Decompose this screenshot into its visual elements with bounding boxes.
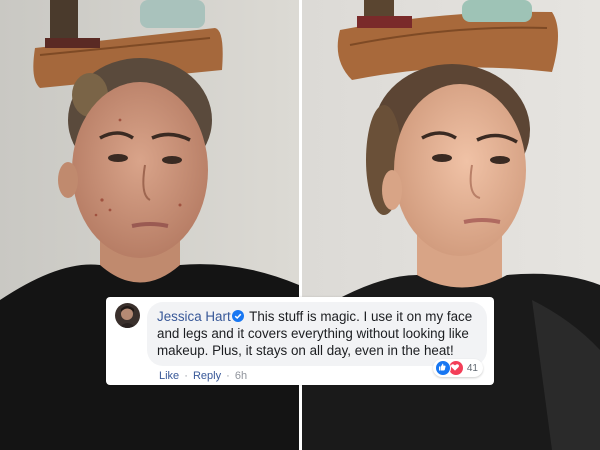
separator: · [226,370,230,382]
reply-link[interactable]: Reply [193,370,221,382]
separator: · [184,370,188,382]
reaction-count: 41 [466,362,478,374]
comment-actions: Like · Reply · 6h [159,370,247,382]
comment-bubble: Jessica Hart This stuff is magic. I use … [147,302,487,377]
avatar[interactable] [115,303,140,328]
reaction-summary[interactable]: 41 [432,359,483,377]
comment-author-name[interactable]: Jessica Hart [157,309,231,324]
thumbs-up-icon [434,360,451,376]
comment-timestamp[interactable]: 6h [235,370,247,382]
like-link[interactable]: Like [159,370,179,382]
verified-badge-icon [231,309,244,322]
comment-body: Jessica Hart This stuff is magic. I use … [157,308,479,359]
before-after-collage: Jessica Hart This stuff is magic. I use … [0,0,600,450]
facebook-comment-card: Jessica Hart This stuff is magic. I use … [106,297,494,385]
avatar-image [115,303,140,328]
